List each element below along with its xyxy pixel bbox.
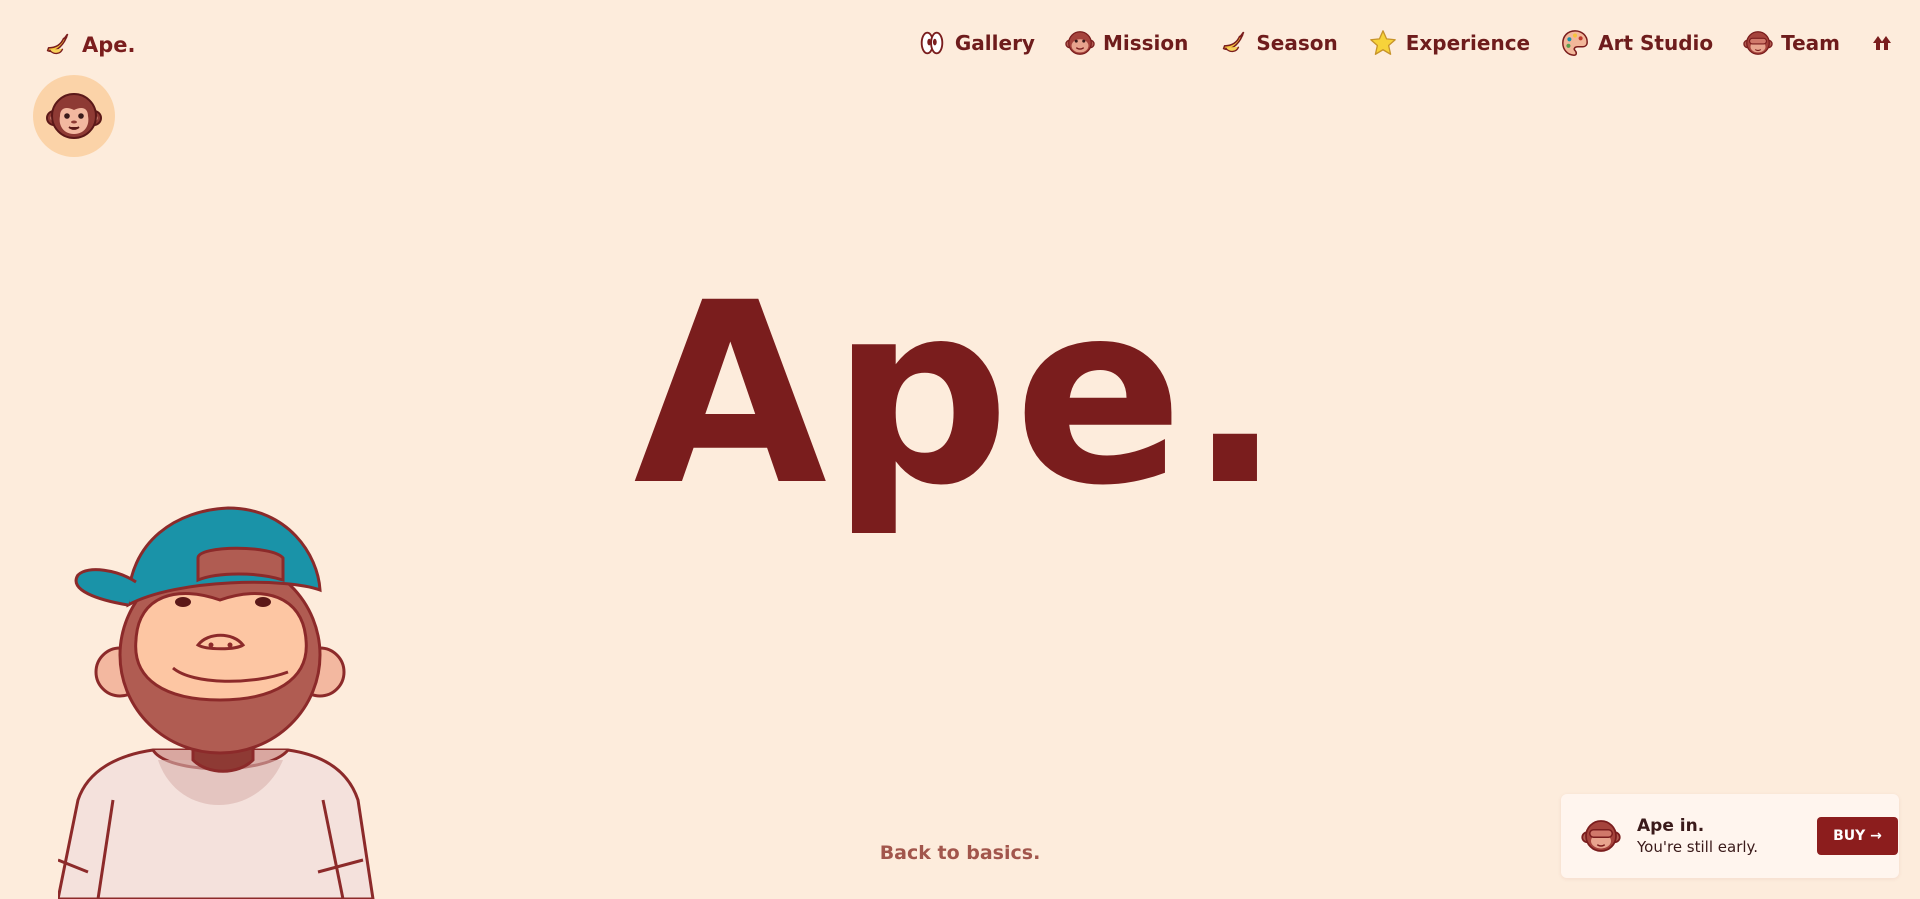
see-no-evil-monkey-icon xyxy=(1743,31,1773,55)
buy-button[interactable]: BUY → xyxy=(1817,817,1898,855)
nav-item-art-studio[interactable]: Art Studio xyxy=(1560,28,1713,58)
buy-card: Ape in. You're still early. BUY → xyxy=(1561,794,1899,878)
nav-item-label: Team xyxy=(1781,31,1840,55)
star-icon xyxy=(1369,30,1396,55)
buy-card-subtitle: You're still early. xyxy=(1637,838,1759,856)
buy-card-text: Ape in. You're still early. xyxy=(1637,816,1797,856)
nav-item-mission[interactable]: Mission xyxy=(1065,28,1188,58)
banana-icon xyxy=(1223,31,1245,53)
monkey-avatar-icon xyxy=(46,93,102,139)
nav-item-label: Gallery xyxy=(954,31,1035,55)
scroll-top-button[interactable] xyxy=(1870,31,1894,55)
avatar-button[interactable] xyxy=(33,75,115,157)
page: Ape. Gallery Mission Season Experience A… xyxy=(0,0,1920,899)
palette-icon xyxy=(1562,30,1589,56)
buy-card-title: Ape in. xyxy=(1637,816,1705,836)
nav-item-label: Mission xyxy=(1102,31,1189,55)
banana-icon xyxy=(46,33,69,55)
eyes-icon xyxy=(920,31,944,55)
top-navigation: Gallery Mission Season Experience Art St… xyxy=(917,28,1894,58)
brand-label: Ape. xyxy=(82,33,136,57)
brand-link[interactable]: Ape. xyxy=(42,30,136,60)
double-arrow-up-icon xyxy=(1873,36,1891,50)
monkey-face-icon xyxy=(1065,31,1095,55)
ape-character-illustration xyxy=(58,506,375,899)
nav-item-label: Experience xyxy=(1405,31,1531,55)
nav-item-experience[interactable]: Experience xyxy=(1368,28,1530,58)
nav-item-label: Art Studio xyxy=(1598,31,1714,55)
see-no-evil-monkey-icon xyxy=(1581,820,1621,852)
nav-item-season[interactable]: Season xyxy=(1218,28,1338,58)
nav-item-gallery[interactable]: Gallery xyxy=(917,28,1035,58)
nav-item-label: Season xyxy=(1256,31,1338,55)
hero-title: Ape. xyxy=(633,249,1287,540)
nav-item-team[interactable]: Team xyxy=(1743,28,1840,58)
